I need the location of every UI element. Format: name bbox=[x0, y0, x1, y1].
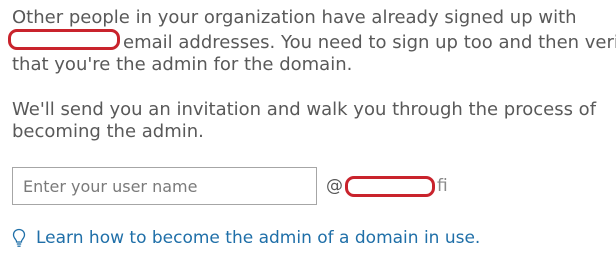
redacted-domain-mark bbox=[8, 29, 120, 50]
learn-admin-link[interactable]: Learn how to become the admin of a domai… bbox=[36, 228, 480, 248]
message-line-1: Other people in your organization have a… bbox=[12, 7, 577, 28]
lightbulb-icon bbox=[12, 228, 26, 247]
signup-message: Other people in your organization have a… bbox=[8, 7, 616, 76]
message-line-2-text: email addresses. You need to sign up too… bbox=[123, 32, 616, 53]
message-line-3: that you're the admin for the domain. bbox=[12, 54, 353, 75]
message-line-2: email addresses. You need to sign up too… bbox=[8, 29, 616, 54]
invitation-line-1: We'll send you an invitation and walk yo… bbox=[12, 99, 597, 120]
learn-more-row: Learn how to become the admin of a domai… bbox=[12, 228, 480, 248]
invitation-line-2: becoming the admin. bbox=[12, 121, 204, 142]
username-row: @ fi bbox=[12, 167, 448, 205]
at-sign: @ bbox=[326, 176, 343, 196]
username-input[interactable] bbox=[12, 167, 317, 205]
invitation-message: We'll send you an invitation and walk yo… bbox=[12, 99, 596, 143]
redacted-domain-mark bbox=[345, 175, 435, 197]
domain-suffix: fi bbox=[437, 176, 448, 196]
